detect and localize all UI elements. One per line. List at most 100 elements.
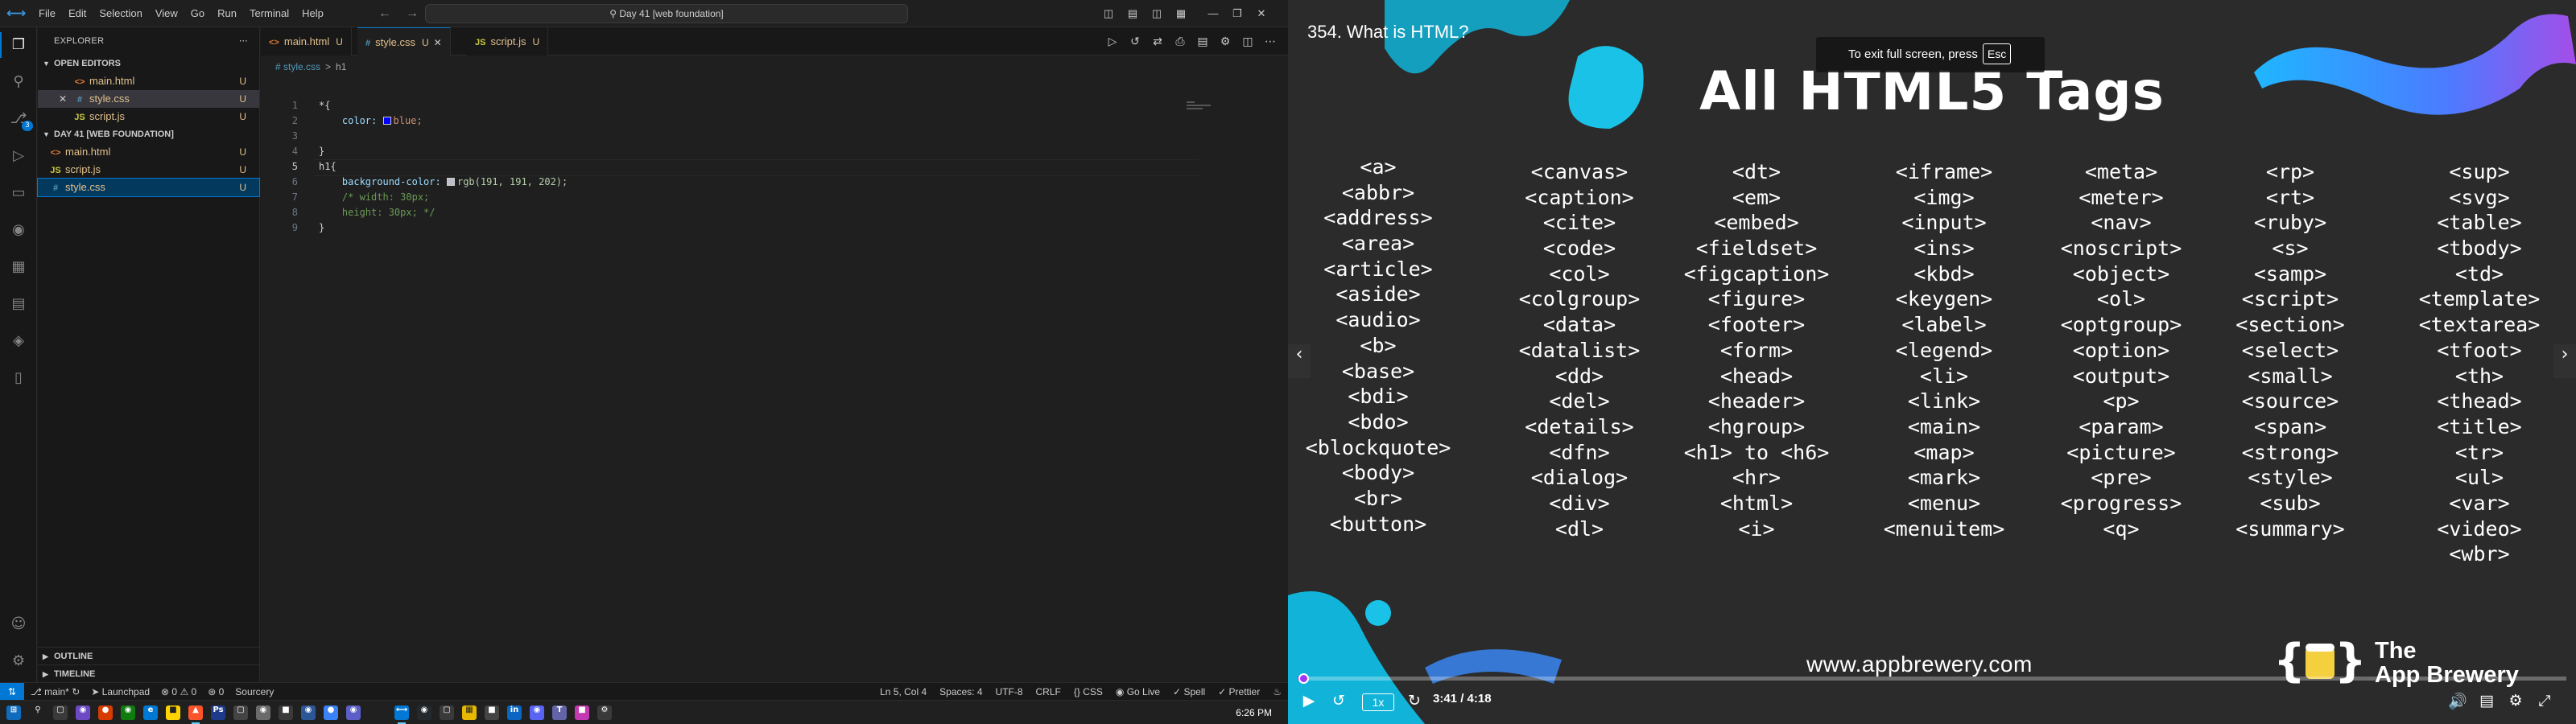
open-editor-item[interactable]: JS script.js U — [38, 108, 259, 125]
extensions-icon[interactable]: ▦ — [9, 257, 28, 277]
remote-indicator-icon[interactable]: ⇅ — [0, 683, 24, 701]
app-icon[interactable]: Ps — [211, 705, 225, 720]
compare-icon[interactable]: ⇄ — [1150, 35, 1166, 48]
app-icon[interactable]: ◉ — [76, 705, 90, 720]
menu-view[interactable]: View — [149, 0, 184, 27]
settings-gear-icon[interactable]: ⚙ — [9, 652, 28, 671]
open-editor-item[interactable]: ✕ # style.css U — [38, 90, 259, 108]
app-icon[interactable]: ◉ — [121, 705, 135, 720]
explorer-icon[interactable]: ❐ — [0, 32, 28, 58]
encoding[interactable]: UTF-8 — [996, 683, 1023, 701]
folder-section[interactable]: ▼ DAY 41 [WEB FOUNDATION] — [38, 125, 259, 143]
ports-status[interactable]: ⊛ 0 — [208, 683, 224, 701]
problems-status[interactable]: ⊗ 0 ⚠ 0 — [161, 683, 196, 701]
forward-icon[interactable]: ↻ — [1404, 692, 1425, 713]
github-icon[interactable]: ◉ — [417, 705, 431, 720]
menu-selection[interactable]: Selection — [93, 0, 148, 27]
language-mode[interactable]: {} CSS — [1074, 683, 1103, 701]
previous-lecture-button[interactable]: ‹ — [1288, 344, 1311, 378]
notes-icon[interactable]: ▯ — [9, 368, 28, 388]
copilot-icon[interactable]: ◉ — [9, 220, 28, 240]
customize-layout-icon[interactable]: ▦ — [1169, 0, 1193, 27]
close-tab-icon[interactable]: ✕ — [434, 37, 442, 48]
gear-icon[interactable]: ⚙ — [1217, 35, 1233, 48]
project-manager-icon[interactable]: ▤ — [9, 294, 28, 314]
breadcrumb-file[interactable]: # style.css — [275, 61, 320, 72]
volume-icon[interactable]: 🔊 — [2447, 692, 2468, 713]
split-editor-icon[interactable]: ◫ — [1240, 35, 1256, 48]
source-control-icon[interactable]: ⎇ 3 — [9, 109, 33, 131]
tab-main-html[interactable]: <> main.html U — [261, 27, 352, 56]
print-icon[interactable]: ⎙ — [1172, 35, 1188, 48]
app-icon[interactable]: ● — [98, 705, 113, 720]
gitlens-icon[interactable]: ◈ — [9, 331, 28, 351]
app-icon[interactable]: ▢ — [440, 705, 454, 720]
settings-gear-icon[interactable]: ⚙ — [2505, 692, 2526, 713]
sourcery-status[interactable]: Sourcery — [235, 683, 274, 701]
menu-terminal[interactable]: Terminal — [243, 0, 295, 27]
run-debug-icon[interactable]: ▷ — [9, 146, 28, 166]
tab-script-js[interactable]: JS script.js U — [467, 27, 549, 56]
outline-section[interactable]: ▶ OUTLINE — [38, 647, 260, 664]
more-actions-icon[interactable]: ⋯ — [239, 27, 248, 55]
folder-file-item[interactable]: # style.css U — [37, 178, 260, 197]
launchpad-status[interactable]: ➤ Launchpad — [91, 683, 150, 701]
app-icon[interactable]: ■ — [166, 705, 180, 720]
settings-gear-icon[interactable]: ⚙ — [597, 705, 612, 720]
toggle-secondary-sidebar-icon[interactable]: ◫ — [1145, 0, 1169, 27]
close-icon[interactable]: ✕ — [59, 90, 67, 108]
minimap[interactable] — [1187, 101, 1219, 117]
open-editors-section[interactable]: ▼ OPEN EDITORS — [38, 55, 259, 72]
discord-icon[interactable]: ◉ — [530, 705, 544, 720]
task-view-icon[interactable]: ▢ — [53, 705, 68, 720]
code-editor[interactable]: 1 *{ 2 color: blue; 3 4} 5 h1{ 6 backgroun… — [261, 98, 1227, 236]
prettier-status[interactable]: ✓ Prettier — [1218, 683, 1260, 701]
rewind-icon[interactable]: ↺ — [1328, 692, 1349, 713]
color-swatch[interactable] — [382, 117, 391, 125]
timeline-section[interactable]: ▶ TIMELINE — [38, 664, 260, 682]
command-center-search[interactable]: ⚲ Day 41 [web foundation] — [425, 4, 908, 23]
toggle-primary-sidebar-icon[interactable]: ◫ — [1096, 0, 1121, 27]
camera-icon[interactable]: ◉ — [256, 705, 270, 720]
search-icon[interactable]: ⚲ — [31, 705, 45, 720]
tab-style-css[interactable]: # style.css U ✕ — [357, 27, 451, 56]
play-icon[interactable]: ▶ — [1299, 692, 1319, 713]
open-editor-item[interactable]: <> main.html U — [38, 72, 259, 90]
progress-bar[interactable] — [1298, 673, 2566, 684]
preview-icon[interactable]: ▤ — [1195, 35, 1211, 48]
folder-file-item[interactable]: JS script.js U — [38, 161, 259, 179]
notifications-bell-icon[interactable]: ♨ — [1273, 683, 1282, 701]
folder-icon[interactable]: ▦ — [462, 705, 477, 720]
menu-go[interactable]: Go — [184, 0, 211, 27]
playback-speed-button[interactable]: 1x — [1362, 693, 1394, 711]
color-swatch[interactable] — [446, 178, 455, 186]
app-icon[interactable]: ● — [324, 705, 338, 720]
back-arrow-icon[interactable]: ← — [378, 6, 406, 20]
toggle-panel-icon[interactable]: ▤ — [1121, 0, 1145, 27]
account-icon[interactable]: ☺ — [9, 615, 28, 634]
menu-run[interactable]: Run — [211, 0, 243, 27]
run-icon[interactable]: ▷ — [1104, 35, 1121, 48]
exit-fullscreen-icon[interactable]: ⤢ — [2534, 692, 2555, 713]
search-icon[interactable]: ⚲ — [9, 72, 28, 92]
timeline-icon[interactable]: ↺ — [1127, 35, 1143, 48]
browser-icon[interactable]: e — [143, 705, 158, 720]
teams-icon[interactable]: T — [552, 705, 567, 720]
app-icon[interactable]: ■ — [485, 705, 499, 720]
end-of-line[interactable]: CRLF — [1036, 683, 1061, 701]
menu-edit[interactable]: Edit — [62, 0, 93, 27]
video-player[interactable]: 354. What is HTML? All HTML5 Tags <a> <a… — [1288, 0, 2576, 724]
taskbar-clock[interactable]: 6:26 PM — [1236, 701, 1272, 724]
more-actions-icon[interactable]: ⋯ — [1262, 35, 1278, 48]
progress-handle[interactable] — [1298, 673, 1310, 684]
vscode-taskbar-icon[interactable]: ⟷ — [394, 705, 409, 724]
windows-start-icon[interactable]: ⊞ — [6, 705, 21, 720]
minimize-icon[interactable]: — — [1201, 0, 1225, 27]
close-window-icon[interactable]: ✕ — [1249, 0, 1274, 27]
remote-explorer-icon[interactable]: ▭ — [9, 183, 28, 203]
restore-icon[interactable]: ❐ — [1225, 0, 1249, 27]
app-icon[interactable]: ▢ — [233, 705, 248, 720]
app-icon[interactable]: ■ — [575, 705, 589, 720]
app-icon[interactable]: ■ — [279, 705, 293, 720]
branch-status[interactable]: ⎇ main* ↻ — [31, 683, 80, 701]
